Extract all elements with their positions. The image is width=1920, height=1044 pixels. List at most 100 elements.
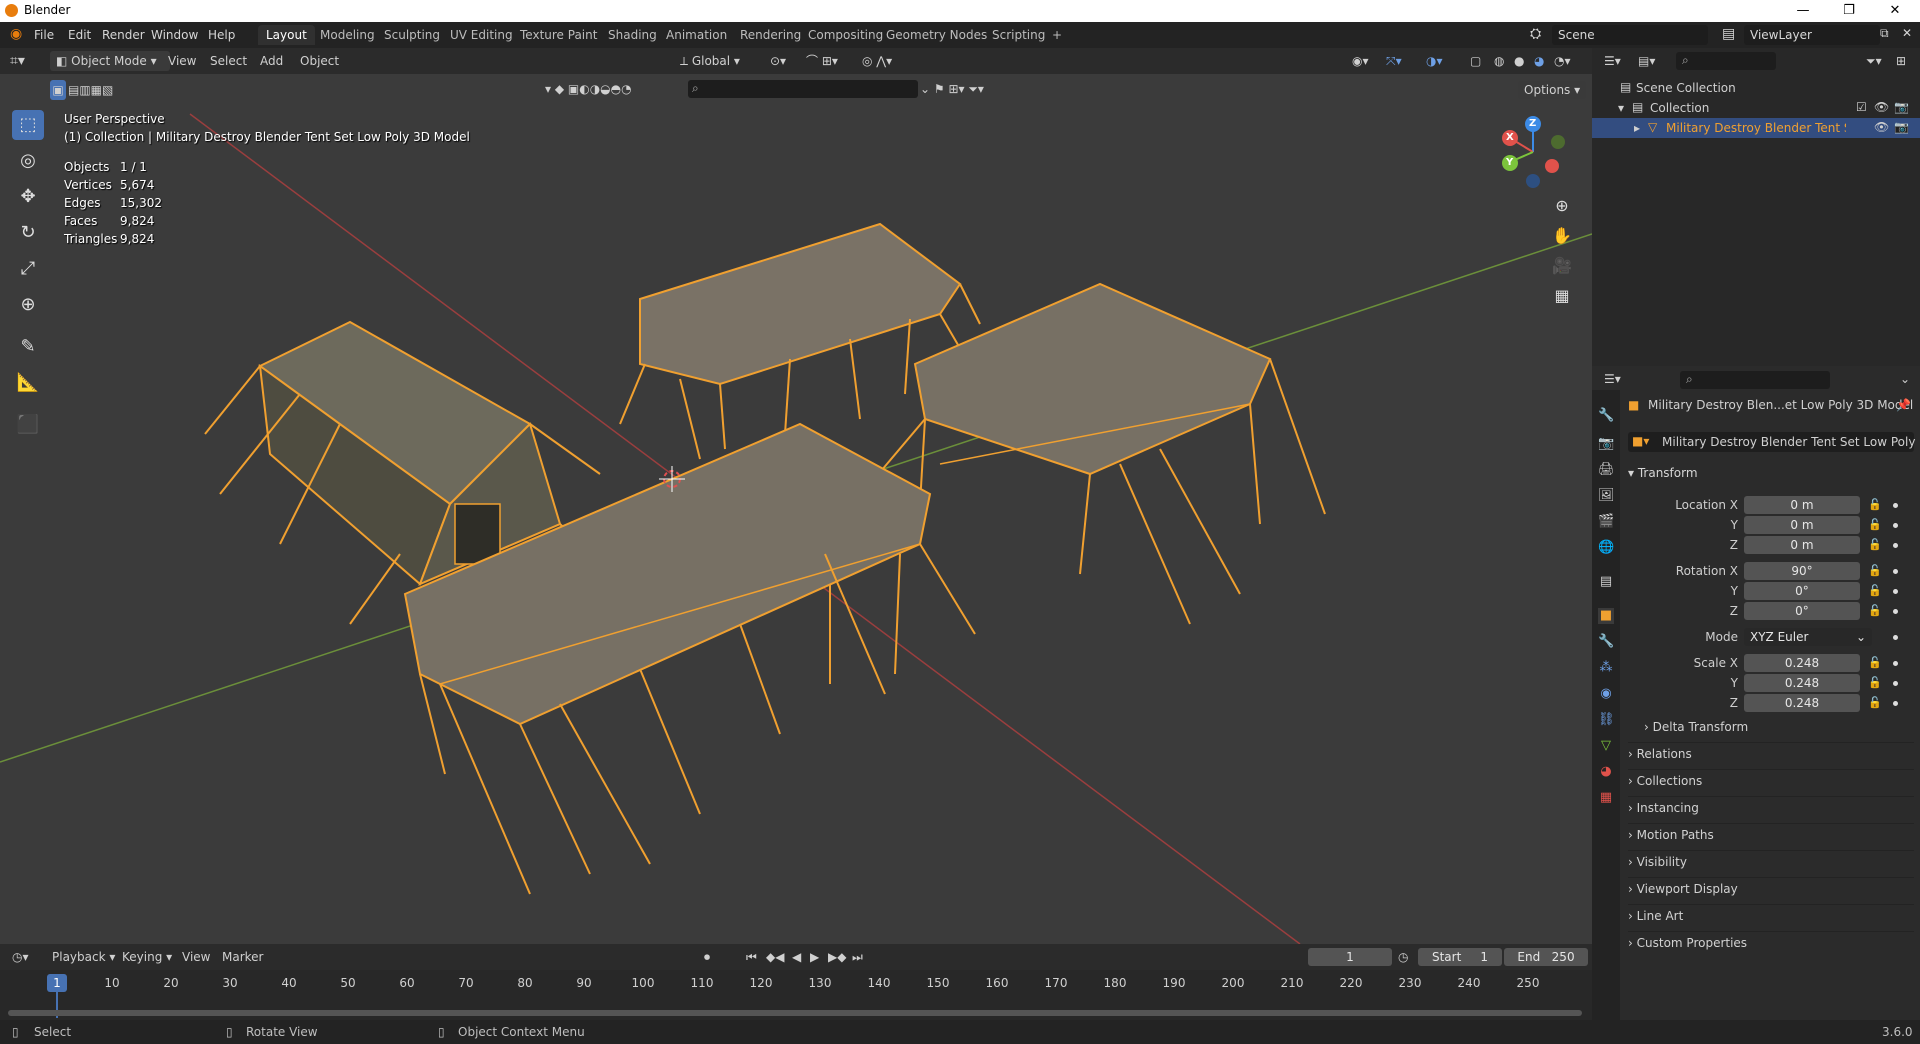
timeline-editor-type-icon[interactable]: ◷▾ <box>12 947 29 967</box>
zoom-icon[interactable]: ⊕ <box>1548 192 1576 220</box>
play-reverse-icon[interactable]: ◀ <box>792 947 801 967</box>
render-camera-icon[interactable]: 📷 <box>1894 100 1909 114</box>
timeline-scrollbar[interactable] <box>8 1010 1582 1016</box>
cursor-tool-icon[interactable]: ◎ <box>12 146 44 176</box>
menu-playback[interactable]: Playback ▾ <box>52 947 115 967</box>
motion-paths-panel[interactable]: › Motion Paths <box>1628 823 1914 846</box>
tab-texture-paint[interactable]: Texture Paint <box>512 25 605 45</box>
lock-icon[interactable]: 🔓 <box>1868 518 1882 531</box>
keyframe-dot-icon[interactable] <box>1893 635 1898 640</box>
viewport-bookmark-icons[interactable]: ⌄ ⚑ ⊞▾ ⏷▾ <box>920 79 984 99</box>
collection-tab-icon[interactable]: ▤ <box>1598 574 1614 590</box>
new-view-layer-icon[interactable]: ⧉ <box>1880 26 1889 41</box>
tab-layout[interactable]: Layout <box>258 25 315 45</box>
remove-view-layer-icon[interactable]: ✕ <box>1902 26 1912 40</box>
viewport-filter-icons[interactable]: ▾ ◆ ▣◐◑◒◓◔ <box>545 79 632 99</box>
camera-view-icon[interactable]: 🎥 <box>1548 252 1576 280</box>
view-layer-tab-icon[interactable]: 🖼 <box>1598 488 1615 504</box>
location-x-field[interactable]: 0 m <box>1744 496 1860 514</box>
keyframe-dot-icon[interactable] <box>1893 609 1898 614</box>
maximize-button[interactable]: ❐ <box>1826 0 1872 22</box>
delta-transform-panel[interactable]: › Delta Transform <box>1644 716 1914 738</box>
next-keyframe-icon[interactable]: ▶◆ <box>828 947 846 967</box>
jump-end-icon[interactable]: ⏭ <box>852 947 863 967</box>
prev-keyframe-icon[interactable]: ◆◀ <box>766 947 784 967</box>
transform-panel-header[interactable]: ▾ Transform <box>1628 462 1914 484</box>
visibility-icon[interactable]: ◉▾ <box>1352 51 1369 71</box>
world-tab-icon[interactable]: 🌐 <box>1598 540 1614 556</box>
timeline-area[interactable]: 1 10 20 30 40 50 60 70 80 90 100 110 120… <box>0 970 1592 1020</box>
mode-selector[interactable]: ◧ Object Mode ▾ <box>50 51 170 71</box>
view-layer-selector[interactable]: ViewLayer <box>1744 25 1880 45</box>
options-dropdown[interactable]: Options ▾ <box>1518 81 1587 99</box>
lock-icon[interactable]: 🔓 <box>1868 656 1882 669</box>
pan-hand-icon[interactable]: ✋ <box>1548 222 1576 250</box>
menu-timeline-view[interactable]: View <box>182 947 210 967</box>
instancing-panel[interactable]: › Instancing <box>1628 796 1914 819</box>
outliner-search-input[interactable]: ⌕ <box>1676 52 1776 70</box>
lock-icon[interactable]: 🔓 <box>1868 538 1882 551</box>
lock-icon[interactable]: 🔓 <box>1868 696 1882 709</box>
menu-file[interactable]: File <box>34 28 54 42</box>
outliner-row-object[interactable]: ▸ ▽ Military Destroy Blender Tent Set Lc… <box>1592 118 1920 138</box>
annotate-tool-icon[interactable]: ✎ <box>12 332 44 362</box>
tab-uv-editing[interactable]: UV Editing <box>442 25 521 45</box>
lock-icon[interactable]: 🔓 <box>1868 604 1882 617</box>
scale-tool-icon[interactable]: ⤢ <box>12 254 44 284</box>
viewport-search-input[interactable]: ⌕ <box>688 80 918 98</box>
xray-icon[interactable]: ▢ <box>1470 51 1481 71</box>
output-tab-icon[interactable]: 🖨 <box>1598 462 1615 478</box>
shading-rendered-icon[interactable]: ◔▾ <box>1554 51 1571 71</box>
snap-icon[interactable]: ⌒ ⊞▾ <box>806 51 838 71</box>
keyframe-dot-icon[interactable] <box>1893 503 1898 508</box>
start-frame-field[interactable]: Start 1 <box>1418 948 1502 966</box>
menu-help[interactable]: Help <box>208 28 235 42</box>
select-mode-buttons[interactable]: ▣ ▤▥▦▧ <box>50 80 140 100</box>
shading-wireframe-icon[interactable]: ◍ <box>1494 51 1504 71</box>
keyframe-dot-icon[interactable] <box>1893 569 1898 574</box>
location-y-field[interactable]: 0 m <box>1744 516 1860 534</box>
menu-render[interactable]: Render <box>102 28 145 42</box>
outliner-editor-type-icon[interactable]: ☰▾ <box>1604 51 1621 71</box>
line-art-panel[interactable]: › Line Art <box>1628 904 1914 927</box>
tab-geometry-nodes[interactable]: Geometry Nodes <box>878 25 995 45</box>
3d-viewport[interactable]: Z X Y User Perspective (1) Collection | … <box>0 74 1592 944</box>
move-tool-icon[interactable]: ✥ <box>12 182 44 212</box>
properties-search-input[interactable]: ⌕ <box>1680 371 1830 389</box>
tool-tab-icon[interactable]: 🔧 <box>1598 408 1614 424</box>
measure-tool-icon[interactable]: 📐 <box>12 368 44 398</box>
viewport-scene[interactable] <box>0 74 1592 944</box>
scene-selector[interactable]: Scene <box>1552 25 1708 45</box>
transform-tool-icon[interactable]: ⊕ <box>12 290 44 320</box>
select-extend-icon[interactable]: ▤▥▦▧ <box>68 80 113 100</box>
scale-x-field[interactable]: 0.248 <box>1744 654 1860 672</box>
tab-shading[interactable]: Shading <box>600 25 665 45</box>
lock-icon[interactable]: 🔓 <box>1868 676 1882 689</box>
shading-material-icon[interactable]: ◕ <box>1534 51 1544 71</box>
gizmo-toggle-icon[interactable]: ⤧▾ <box>1386 51 1402 71</box>
outliner-filter-icon[interactable]: ⏷▾ <box>1866 51 1882 71</box>
properties-options-icon[interactable]: ⌄ <box>1900 369 1910 389</box>
keyframe-dot-icon[interactable] <box>1893 589 1898 594</box>
tab-modeling[interactable]: Modeling <box>312 25 383 45</box>
record-icon[interactable]: ⏺ <box>704 947 710 967</box>
preview-range-icon[interactable]: ◷ <box>1398 947 1408 967</box>
visibility-eye-icon[interactable]: 👁 <box>1874 120 1889 134</box>
data-tab-icon[interactable]: ▽ <box>1598 738 1614 754</box>
add-cube-tool-icon[interactable]: ⬛ <box>12 410 44 440</box>
visibility-eye-icon[interactable]: 👁 <box>1874 100 1889 114</box>
object-tab-icon[interactable]: ■ <box>1598 608 1614 624</box>
menu-add[interactable]: Add <box>260 51 283 71</box>
outliner-row-collection[interactable]: ▾ ▤ Collection ☑ 👁 📷 <box>1592 98 1920 118</box>
custom-properties-panel[interactable]: › Custom Properties <box>1628 931 1914 954</box>
close-button[interactable]: ✕ <box>1872 0 1918 22</box>
keyframe-dot-icon[interactable] <box>1893 661 1898 666</box>
menu-select[interactable]: Select <box>210 51 247 71</box>
rotation-mode-dropdown[interactable]: XYZ Euler ⌄ <box>1744 628 1872 646</box>
rotation-y-field[interactable]: 0° <box>1744 582 1860 600</box>
pin-icon[interactable]: 📌 <box>1896 398 1911 412</box>
location-z-field[interactable]: 0 m <box>1744 536 1860 554</box>
scale-z-field[interactable]: 0.248 <box>1744 694 1860 712</box>
render-camera-icon[interactable]: 📷 <box>1894 120 1909 134</box>
visibility-panel[interactable]: › Visibility <box>1628 850 1914 873</box>
